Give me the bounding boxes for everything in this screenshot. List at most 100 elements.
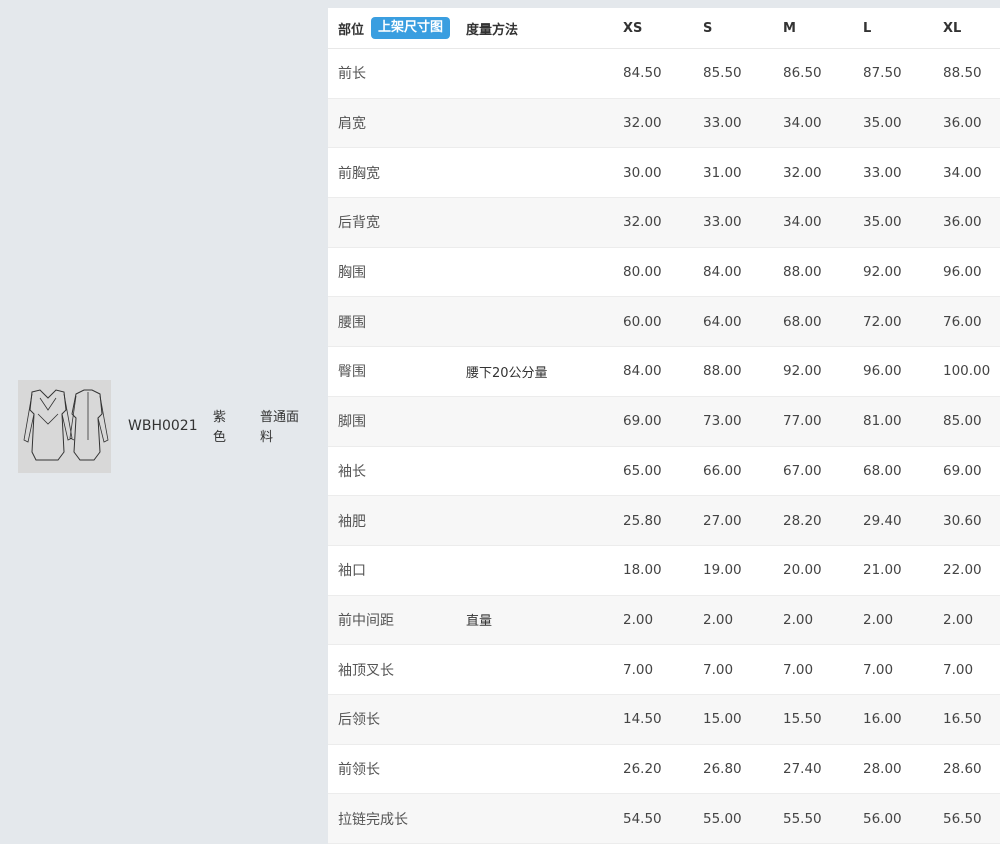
- header-method: 度量方法: [466, 22, 519, 38]
- row-size-value: 77.00: [783, 413, 822, 430]
- row-size-value: 55.00: [703, 810, 742, 827]
- row-size-value: 7.00: [863, 661, 894, 678]
- row-size-value: 69.00: [943, 462, 982, 479]
- row-part-name: 袖肥: [338, 513, 366, 530]
- row-size-value: 7.00: [703, 661, 734, 678]
- row-size-value: 73.00: [703, 413, 742, 430]
- row-part-name: 袖口: [338, 563, 366, 580]
- table-row: 前长 84.50 85.50 86.50 87.50 88.50: [328, 49, 1000, 99]
- row-size-value: 31.00: [703, 164, 742, 181]
- row-part-name: 袖顶叉长: [338, 662, 394, 679]
- row-size-value: 34.00: [783, 214, 822, 231]
- row-size-value: 27.40: [783, 760, 822, 777]
- row-size-value: 33.00: [703, 115, 742, 132]
- row-size-value: 72.00: [863, 313, 902, 330]
- row-size-value: 35.00: [863, 214, 902, 231]
- row-size-value: 55.50: [783, 810, 822, 827]
- table-row: 臀围 腰下20公分量 84.00 88.00 92.00 96.00 100.00: [328, 347, 1000, 397]
- listing-size-chart-button[interactable]: 上架尺寸图: [371, 17, 451, 39]
- table-body: 前长 84.50 85.50 86.50 87.50 88.50 肩宽 32.00 33.00 3…: [328, 49, 1000, 844]
- fabric-label: 普通面料: [260, 410, 300, 445]
- row-size-value: 56.00: [863, 810, 902, 827]
- row-part-name: 脚围: [338, 414, 366, 431]
- row-size-value: 32.00: [623, 115, 662, 132]
- header-size-s: S: [703, 20, 713, 36]
- row-size-value: 28.60: [943, 760, 982, 777]
- row-size-value: 32.00: [783, 164, 822, 181]
- row-part-name: 后领长: [338, 712, 380, 729]
- row-size-value: 66.00: [703, 462, 742, 479]
- header-size-l: L: [863, 20, 872, 36]
- row-size-value: 84.00: [703, 264, 742, 281]
- table-row: 脚围 69.00 73.00 77.00 81.00 85.00: [328, 396, 1000, 447]
- row-size-value: 2.00: [943, 611, 974, 628]
- row-size-value: 14.50: [623, 711, 662, 728]
- row-size-value: 34.00: [943, 164, 982, 181]
- table-row: 后背宽 32.00 33.00 34.00 35.00 36.00: [328, 198, 1000, 248]
- row-size-value: 64.00: [703, 313, 742, 330]
- row-size-value: 54.50: [623, 810, 662, 827]
- row-size-value: 34.00: [783, 115, 822, 132]
- table-row: 前中间距 直量 2.00 2.00 2.00 2.00 2.00: [328, 595, 1000, 646]
- row-size-value: 88.50: [943, 65, 982, 82]
- row-size-value: 28.00: [863, 760, 902, 777]
- row-size-value: 80.00: [623, 264, 662, 281]
- row-measure-method: 直量: [466, 614, 493, 630]
- table-row: 腰围 60.00 64.00 68.00 72.00 76.00: [328, 297, 1000, 348]
- row-size-value: 2.00: [783, 611, 814, 628]
- row-size-value: 68.00: [783, 313, 822, 330]
- row-size-value: 2.00: [623, 611, 654, 628]
- table-row: 袖长 65.00 66.00 67.00 68.00 69.00: [328, 447, 1000, 497]
- row-part-name: 前胸宽: [338, 165, 380, 182]
- row-size-value: 65.00: [623, 462, 662, 479]
- style-code: WBH0021: [128, 418, 198, 434]
- row-size-value: 60.00: [623, 313, 662, 330]
- row-size-value: 100.00: [943, 363, 991, 380]
- row-size-value: 85.50: [703, 65, 742, 82]
- row-size-value: 36.00: [943, 214, 982, 231]
- row-size-value: 96.00: [863, 363, 902, 380]
- product-sketch-image[interactable]: [18, 380, 111, 473]
- row-size-value: 92.00: [863, 264, 902, 281]
- row-size-value: 15.00: [703, 711, 742, 728]
- row-size-value: 7.00: [783, 661, 814, 678]
- table-row: 袖口 18.00 19.00 20.00 21.00 22.00: [328, 546, 1000, 596]
- table-row: 拉链完成长 54.50 55.00 55.50 56.00 56.50: [328, 794, 1000, 844]
- row-size-value: 22.00: [943, 562, 982, 579]
- row-size-value: 29.40: [863, 512, 902, 529]
- row-size-value: 76.00: [943, 313, 982, 330]
- row-size-value: 96.00: [943, 264, 982, 281]
- dress-sketch-icon: [18, 380, 111, 473]
- table-row: 袖顶叉长 7.00 7.00 7.00 7.00 7.00: [328, 645, 1000, 695]
- row-size-value: 32.00: [623, 214, 662, 231]
- header-part-label: 部位: [338, 22, 365, 38]
- row-size-value: 7.00: [943, 661, 974, 678]
- row-size-value: 28.20: [783, 512, 822, 529]
- row-size-value: 84.50: [623, 65, 662, 82]
- row-size-value: 87.50: [863, 65, 902, 82]
- row-size-value: 30.60: [943, 512, 982, 529]
- row-size-value: 2.00: [863, 611, 894, 628]
- row-size-value: 26.20: [623, 760, 662, 777]
- row-size-value: 86.50: [783, 65, 822, 82]
- row-size-value: 69.00: [623, 413, 662, 430]
- row-part-name: 拉链完成长: [338, 811, 408, 828]
- row-size-value: 67.00: [783, 462, 822, 479]
- row-part-name: 袖长: [338, 463, 366, 480]
- row-size-value: 92.00: [783, 363, 822, 380]
- row-size-value: 56.50: [943, 810, 982, 827]
- row-size-value: 18.00: [623, 562, 662, 579]
- row-part-name: 胸围: [338, 265, 366, 282]
- row-size-value: 21.00: [863, 562, 902, 579]
- header-size-m: M: [783, 20, 796, 36]
- row-size-value: 33.00: [863, 164, 902, 181]
- row-size-value: 30.00: [623, 164, 662, 181]
- header-part: 部位 上架尺寸图: [338, 8, 451, 48]
- row-part-name: 前中间距: [338, 612, 394, 629]
- row-size-value: 27.00: [703, 512, 742, 529]
- row-part-name: 前长: [338, 66, 366, 83]
- header-size-xs: XS: [623, 20, 643, 36]
- table-row: 前领长 26.20 26.80 27.40 28.00 28.60: [328, 745, 1000, 795]
- row-size-value: 85.00: [943, 413, 982, 430]
- row-size-value: 2.00: [703, 611, 734, 628]
